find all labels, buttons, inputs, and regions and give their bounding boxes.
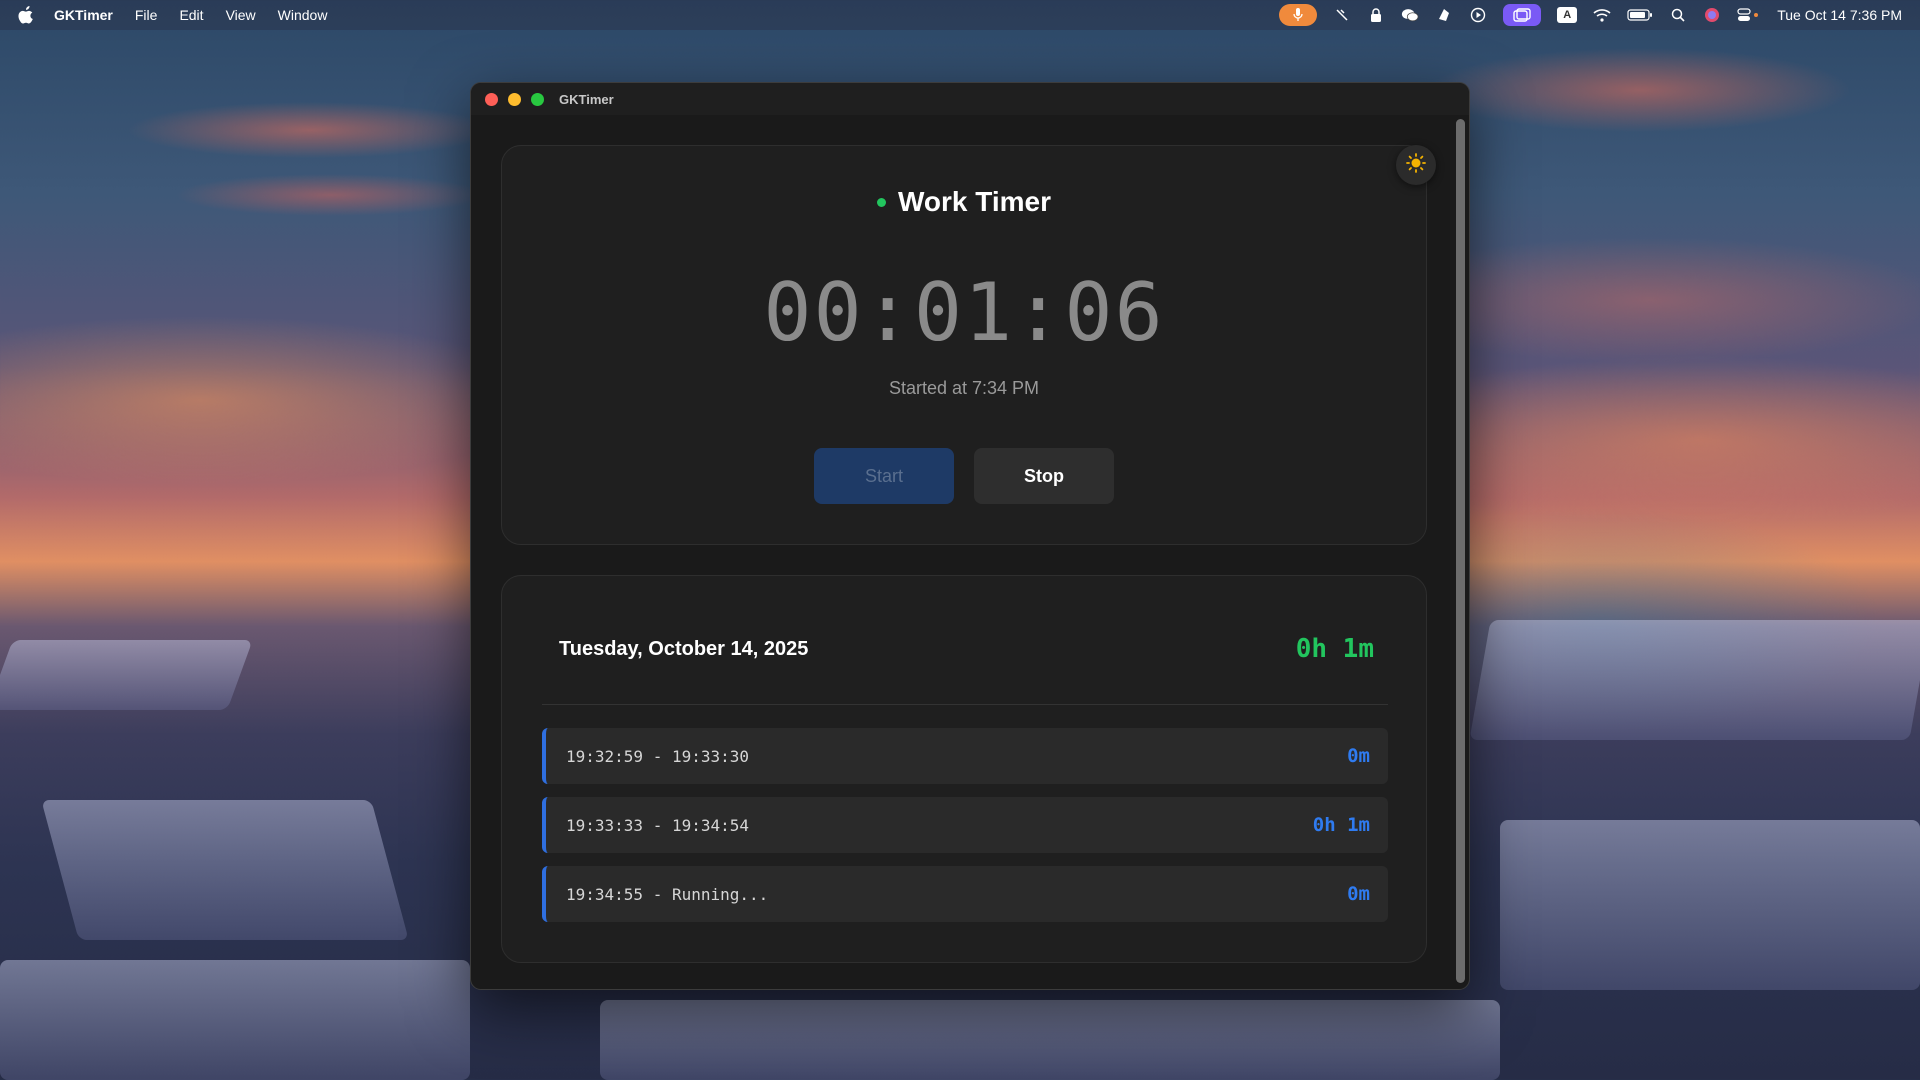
elapsed-time-display: 00:01:06 — [763, 266, 1165, 359]
search-icon[interactable] — [1669, 7, 1687, 23]
menu-bar: GKTimer File Edit View Window A Tue Oct … — [0, 0, 1920, 30]
vertical-scrollbar[interactable] — [1456, 119, 1465, 983]
keyboard-input-icon[interactable]: A — [1557, 7, 1578, 23]
start-button[interactable]: Start — [814, 448, 954, 504]
background-ice — [0, 960, 470, 1080]
cloud-icon[interactable] — [1435, 7, 1453, 23]
screen-icon[interactable] — [1503, 4, 1542, 26]
background-ice — [0, 640, 253, 710]
background-ice — [41, 800, 409, 940]
minimize-window-button[interactable] — [508, 92, 521, 106]
session-duration: 0m — [1347, 745, 1370, 767]
stop-button[interactable]: Stop — [974, 448, 1114, 504]
menu-window[interactable]: Window — [278, 7, 328, 23]
background-ice — [1500, 820, 1920, 990]
wechat-icon[interactable] — [1401, 7, 1419, 23]
background-ice — [1469, 620, 1920, 740]
siri-icon[interactable] — [1703, 7, 1721, 23]
menu-view[interactable]: View — [226, 7, 256, 23]
menu-file[interactable]: File — [135, 7, 158, 23]
zoom-window-button[interactable] — [531, 92, 544, 106]
tool-icon[interactable] — [1333, 7, 1351, 23]
menu-app-name[interactable]: GKTimer — [54, 7, 113, 23]
wifi-icon[interactable] — [1593, 7, 1611, 23]
title-bar: GKTimer — [471, 83, 1469, 115]
background-ice — [600, 1000, 1500, 1080]
close-window-button[interactable] — [485, 92, 498, 106]
mic-icon[interactable] — [1279, 4, 1318, 26]
session-time-range: 19:32:59 - 19:33:30 — [566, 746, 750, 766]
session-time-range: 19:33:33 - 19:34:54 — [566, 815, 750, 835]
session-duration: 0h 1m — [1312, 814, 1370, 836]
running-status-dot — [876, 197, 886, 207]
session-duration: 0m — [1347, 883, 1370, 905]
lock-icon[interactable] — [1367, 7, 1385, 23]
play-icon[interactable] — [1469, 7, 1487, 23]
menubar-clock[interactable]: Tue Oct 14 7:36 PM — [1777, 7, 1902, 23]
started-at-text: Started at 7:34 PM — [888, 378, 1040, 398]
session-row: 19:32:59 - 19:33:30 0m — [542, 728, 1388, 784]
divider — [542, 704, 1388, 705]
session-time-range: 19:34:55 - Running... — [566, 884, 769, 904]
timer-card: Work Timer 00:01:06 Started at 7:34 PM S… — [501, 145, 1427, 545]
apple-logo-icon[interactable] — [18, 6, 34, 24]
daily-total: 0h 1m — [1295, 634, 1374, 664]
window-title: GKTimer — [559, 91, 614, 107]
theme-toggle-button[interactable] — [1396, 145, 1436, 185]
control-center-icon[interactable] — [1737, 7, 1761, 23]
timer-heading: Work Timer — [502, 186, 1426, 218]
daily-log-card: Tuesday, October 14, 2025 0h 1m 19:32:59… — [501, 575, 1427, 963]
timer-title: Work Timer — [897, 186, 1051, 217]
session-row: 19:34:55 - Running... 0m — [542, 866, 1388, 922]
log-date: Tuesday, October 14, 2025 — [559, 638, 809, 660]
sun-icon — [1406, 152, 1426, 178]
app-window: GKTimer Work Timer 00:01:06 Started at 7… — [470, 82, 1470, 990]
menu-edit[interactable]: Edit — [179, 7, 203, 23]
battery-icon[interactable] — [1627, 7, 1653, 23]
session-row: 19:33:33 - 19:34:54 0h 1m — [542, 797, 1388, 853]
